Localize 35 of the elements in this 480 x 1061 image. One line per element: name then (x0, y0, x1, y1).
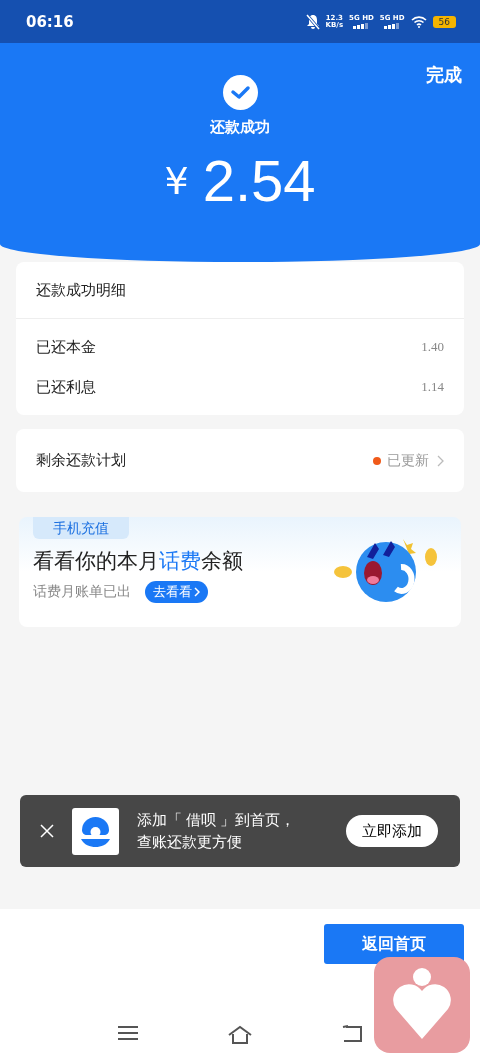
check-circle-icon (222, 75, 258, 110)
promo-banner[interactable]: 手机充值 看看你的本月话费余额 话费月账单已出 去看看 (19, 517, 461, 627)
promo-subtitle: 话费月账单已出 (33, 583, 131, 601)
details-title: 还款成功明细 (16, 262, 464, 319)
chevron-right-icon (194, 587, 200, 597)
status-time: 06:16 (26, 12, 74, 31)
battery-level: 56 (432, 15, 456, 28)
bell-muted-icon (305, 13, 320, 30)
repayment-plan-row[interactable]: 剩余还款计划 已更新 (16, 429, 464, 492)
app-logo-icon (72, 807, 119, 855)
done-button[interactable]: 完成 (426, 63, 462, 87)
promo-headline: 看看你的本月话费余额 (33, 548, 244, 575)
currency-symbol: ¥ (164, 158, 189, 203)
signal-icon (353, 23, 370, 29)
home-icon[interactable] (227, 1025, 253, 1045)
chevron-right-icon (437, 454, 444, 467)
toast-message: 添加「 借呗 」到首页， (137, 811, 295, 830)
success-title: 还款成功 (210, 118, 270, 137)
plan-status: 已更新 (387, 451, 429, 470)
toast-message: 查账还款更方便 (137, 833, 243, 852)
back-home-button[interactable]: 返回首页 (324, 924, 464, 964)
wifi-icon (410, 15, 427, 28)
detail-value: 1.14 (421, 379, 444, 395)
close-icon[interactable] (40, 824, 54, 838)
detail-label: 已还利息 (36, 377, 96, 397)
detail-label: 已还本金 (36, 337, 96, 357)
back-icon[interactable] (341, 1025, 363, 1043)
add-now-button[interactable]: 立即添加 (346, 815, 438, 847)
detail-value: 1.40 (421, 339, 444, 355)
promo-tag: 手机充值 (33, 517, 129, 539)
plan-label: 剩余还款计划 (36, 451, 126, 470)
go-see-button[interactable]: 去看看 (145, 581, 208, 603)
amount-text: 2.54 (202, 147, 316, 214)
signal-icon (384, 23, 401, 29)
menu-icon[interactable] (117, 1025, 139, 1041)
